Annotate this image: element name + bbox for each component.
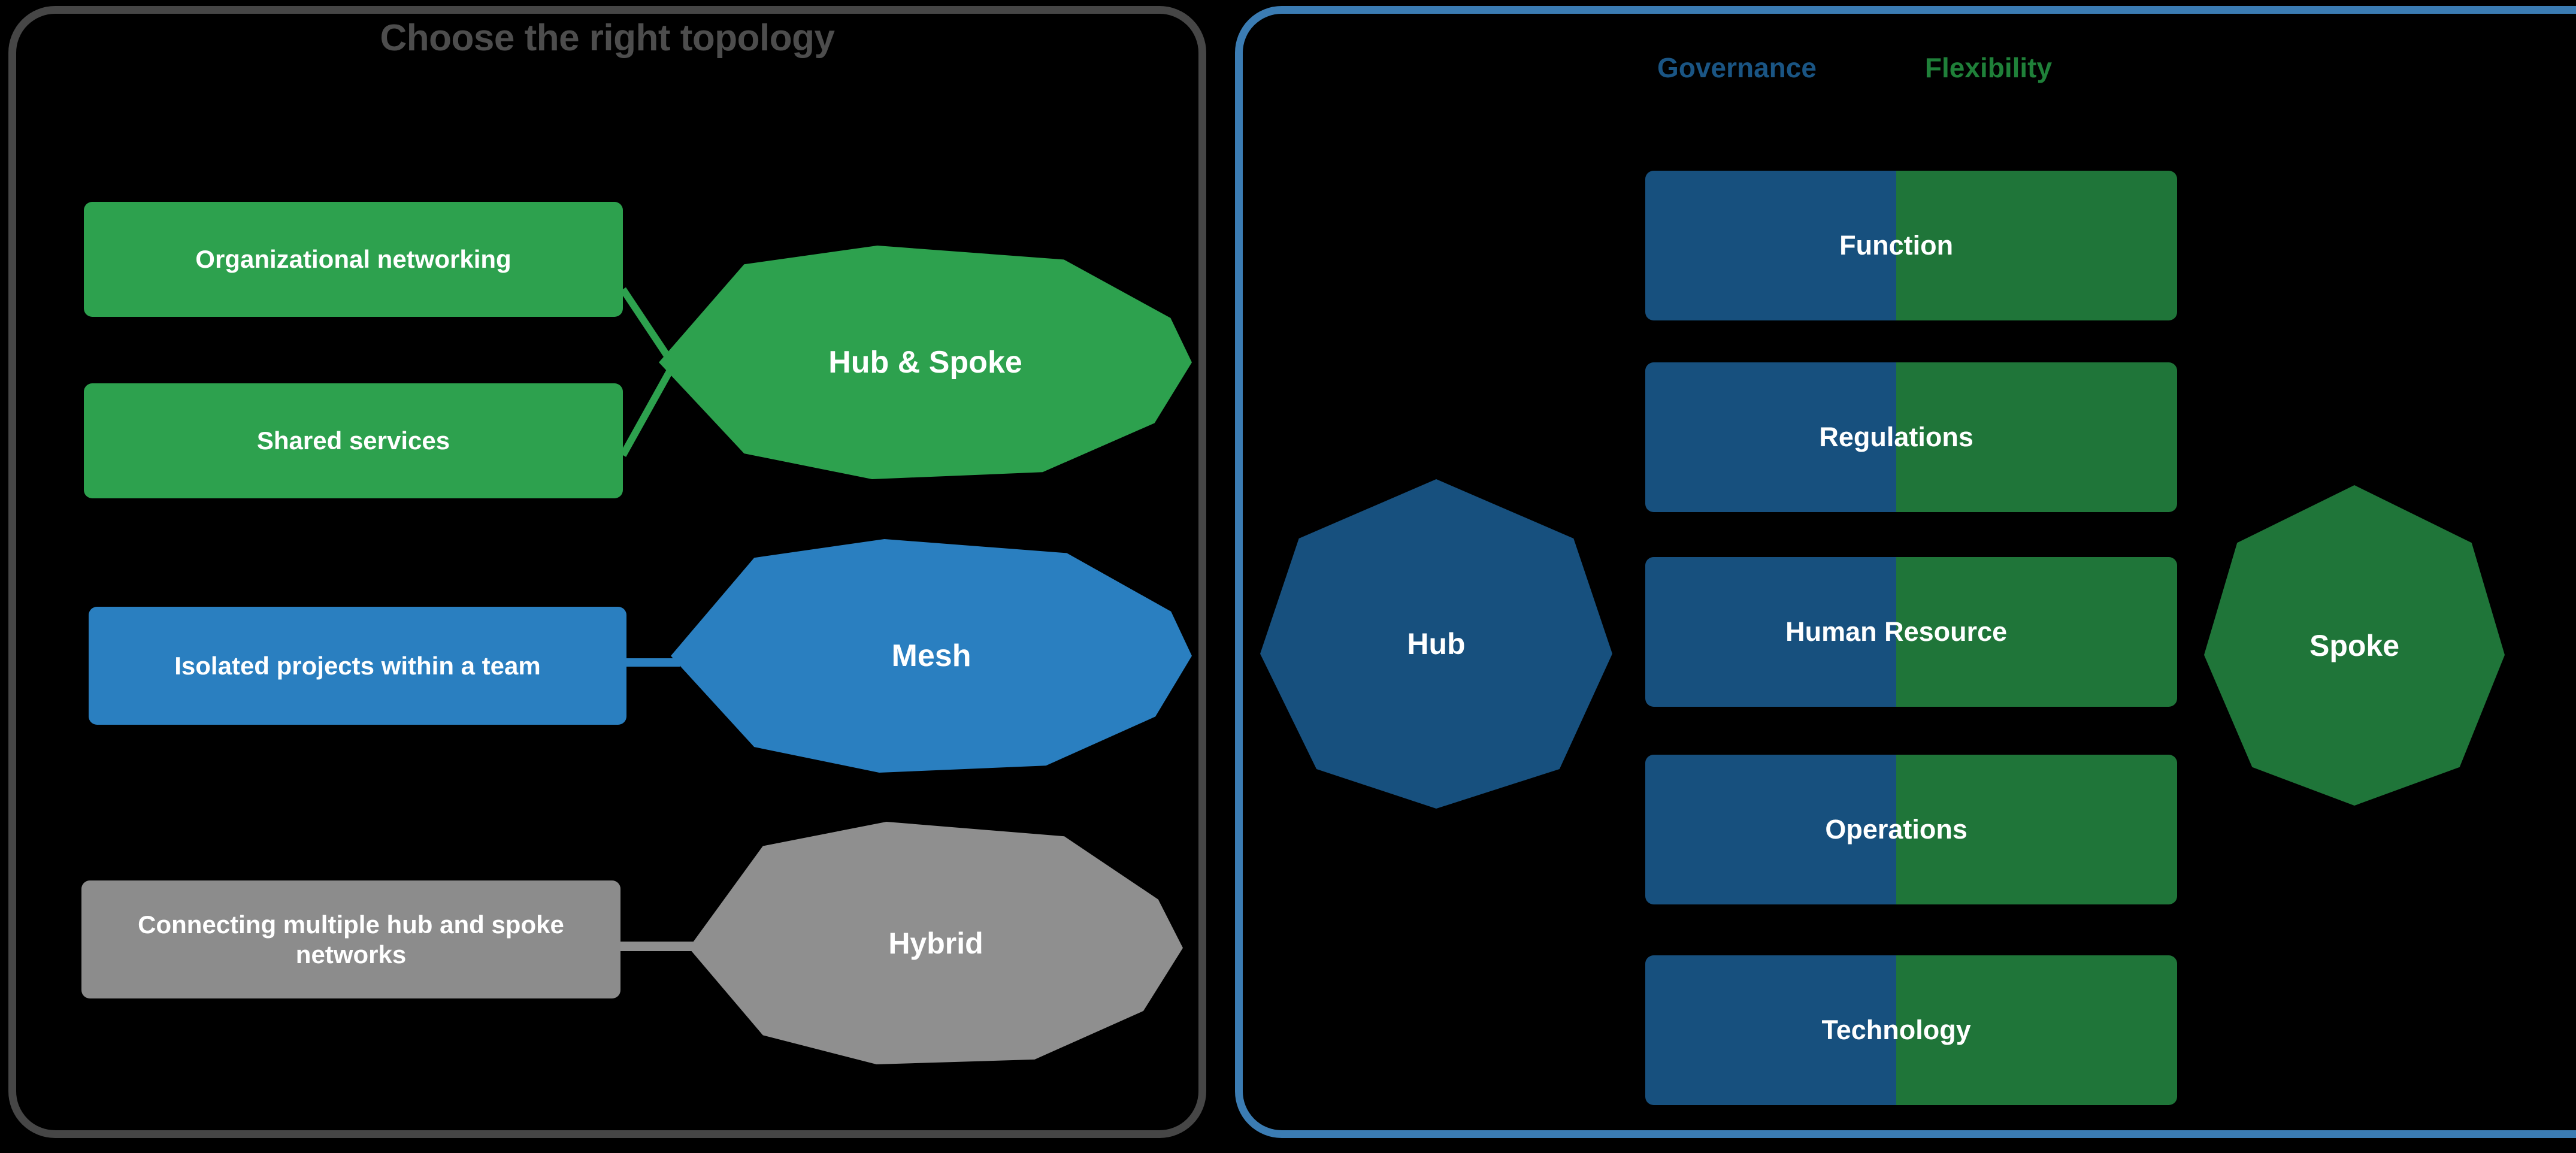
card-label: Operations bbox=[1825, 814, 1967, 845]
split-card-technology[interactable]: Technology bbox=[1645, 955, 2177, 1105]
split-card-regulations[interactable]: Regulations bbox=[1645, 362, 2177, 512]
box-shared-services[interactable]: Shared services bbox=[84, 383, 623, 498]
page-title: Choose the right topology bbox=[380, 17, 836, 59]
shape-label: Hub & Spoke bbox=[828, 345, 1022, 380]
card-label: Regulations bbox=[1819, 422, 1973, 452]
box-connecting-networks[interactable]: Connecting multiple hub and spoke networ… bbox=[81, 880, 620, 998]
legend-flexibility: Flexibility bbox=[1924, 52, 2053, 83]
shape-label: Mesh bbox=[891, 638, 971, 673]
box-isolated-projects[interactable]: Isolated projects within a team bbox=[89, 607, 626, 725]
card-label: Human Resource bbox=[1785, 616, 2008, 647]
shape-label: Spoke bbox=[2309, 628, 2400, 662]
box-label: Connecting multiple hub and spoke networ… bbox=[138, 910, 564, 969]
split-card-human-resource[interactable]: Human Resource bbox=[1645, 557, 2177, 707]
shape-label: Hub bbox=[1407, 627, 1466, 661]
box-label: Organizational networking bbox=[195, 245, 511, 274]
split-card-operations[interactable]: Operations bbox=[1645, 755, 2177, 904]
box-label: Isolated projects within a team bbox=[174, 651, 541, 680]
card-label: Technology bbox=[1821, 1015, 1971, 1045]
box-organizational-networking[interactable]: Organizational networking bbox=[84, 202, 623, 317]
legend-governance: Governance bbox=[1657, 52, 1817, 83]
card-label: Function bbox=[1839, 230, 1954, 261]
box-label: Shared services bbox=[256, 426, 450, 455]
split-card-function[interactable]: Function bbox=[1645, 171, 2177, 320]
shape-label: Hybrid bbox=[888, 926, 983, 960]
